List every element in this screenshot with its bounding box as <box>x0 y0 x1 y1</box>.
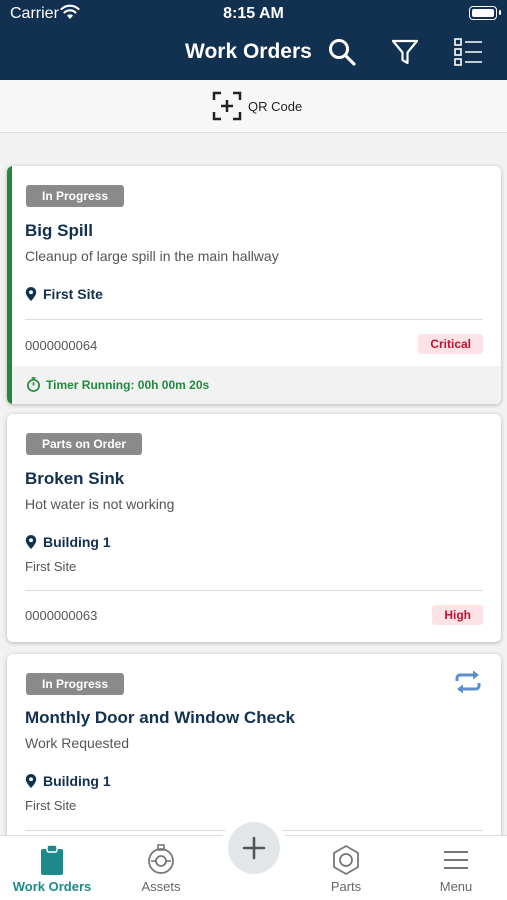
location: Building 1 <box>25 534 111 550</box>
stopwatch-icon <box>27 377 40 392</box>
map-pin-icon <box>25 287 37 301</box>
header: Carrier 8:15 AM Work Orders <box>0 0 507 80</box>
sub-location: First Site <box>25 798 77 813</box>
divider <box>25 319 483 320</box>
work-order-description: Hot water is not working <box>25 496 175 512</box>
qr-code-label: QR Code <box>248 99 303 114</box>
map-pin-icon <box>25 774 37 788</box>
work-order-number: 0000000064 <box>25 338 98 353</box>
location: Building 1 <box>25 773 111 789</box>
asset-icon <box>148 844 174 874</box>
tab-label: Work Orders <box>12 879 92 894</box>
timer-text: Timer Running: 00h 00m 20s <box>46 378 210 392</box>
work-order-card[interactable]: Parts on Order Broken Sink Hot water is … <box>7 414 501 642</box>
work-order-title: Big Spill <box>25 221 93 240</box>
tab-assets[interactable]: Assets <box>111 836 211 900</box>
clipboard-icon <box>41 844 63 875</box>
work-order-number: 0000000063 <box>25 608 98 623</box>
tab-label: Assets <box>141 879 181 894</box>
checklist-icon[interactable] <box>453 37 483 67</box>
qr-code-button[interactable]: QR Code <box>0 80 507 133</box>
plus-icon <box>242 836 266 860</box>
battery-icon <box>469 6 501 20</box>
priority-badge: High <box>432 605 483 625</box>
status-badge: Parts on Order <box>26 433 143 455</box>
tab-label: Menu <box>439 879 473 894</box>
qr-scan-icon <box>212 91 242 121</box>
priority-badge: Critical <box>418 334 483 354</box>
location-label: First Site <box>43 286 103 302</box>
work-order-description: Cleanup of large spill in the main hallw… <box>25 248 279 264</box>
search-icon[interactable] <box>327 37 357 67</box>
tab-label: Parts <box>330 879 362 894</box>
tab-menu[interactable]: Menu <box>406 836 506 900</box>
hexagon-nut-icon <box>333 844 359 876</box>
map-pin-icon <box>25 535 37 549</box>
location-label: Building 1 <box>43 773 111 789</box>
status-badge: In Progress <box>26 673 125 695</box>
location-label: Building 1 <box>43 534 111 550</box>
repeat-icon <box>455 670 481 694</box>
sub-location: First Site <box>25 559 77 574</box>
timer-bar: Timer Running: 00h 00m 20s <box>12 366 501 404</box>
add-work-order-button[interactable] <box>228 822 280 874</box>
work-order-title: Broken Sink <box>25 469 125 488</box>
clock: 8:15 AM <box>223 5 284 22</box>
divider <box>25 590 483 591</box>
hamburger-icon <box>444 851 468 869</box>
filter-icon[interactable] <box>390 37 420 67</box>
tab-parts[interactable]: Parts <box>296 836 396 900</box>
work-order-title: Monthly Door and Window Check <box>25 708 295 727</box>
page-title: Work Orders <box>185 40 312 63</box>
location: First Site <box>25 286 103 302</box>
status-badge: In Progress <box>26 185 125 207</box>
work-order-description: Work Requested <box>25 735 130 751</box>
work-order-card[interactable]: In Progress Big Spill Cleanup of large s… <box>7 166 501 404</box>
tab-work-orders[interactable]: Work Orders <box>2 836 102 900</box>
status-bar: Carrier 8:15 AM <box>0 0 507 28</box>
